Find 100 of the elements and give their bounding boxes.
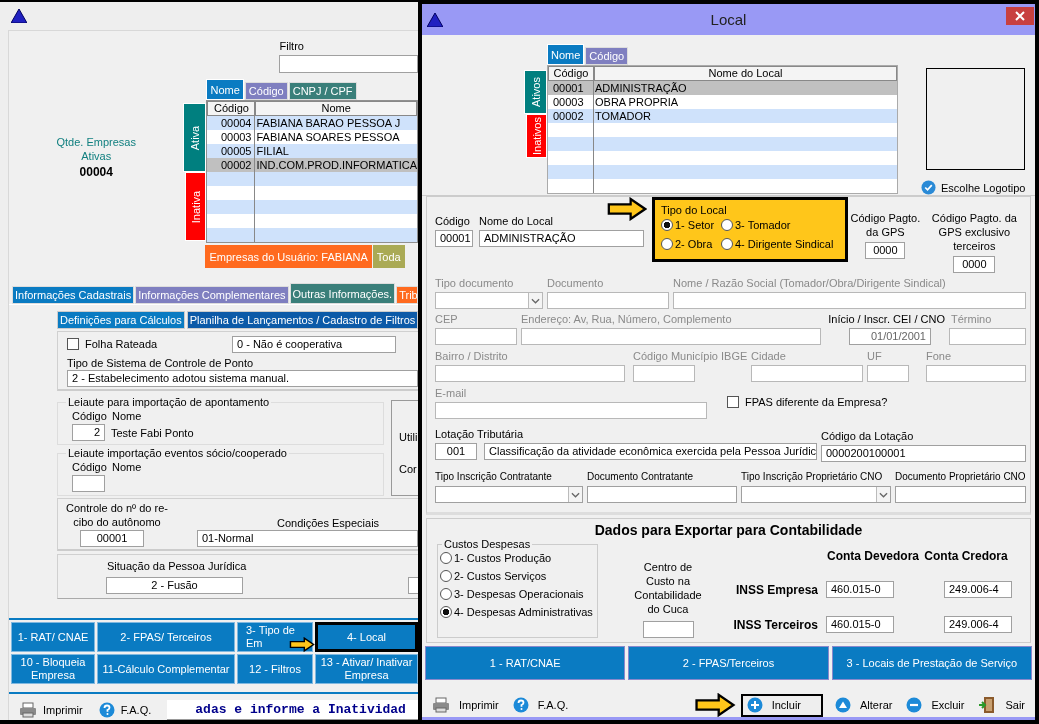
code-field[interactable]: 001 — [435, 443, 477, 460]
side-tab[interactable]: Ativos — [524, 70, 547, 114]
action-button[interactable]: 1 - RAT/CNAE — [425, 646, 626, 680]
text-field[interactable] — [587, 486, 737, 503]
radio-label: 1- Custos Produção — [454, 552, 552, 564]
print-button[interactable]: Imprimir — [430, 693, 501, 717]
text-field[interactable] — [949, 328, 1026, 345]
action-button[interactable]: 3 - Locais de Prestação de Serviço — [831, 646, 1032, 680]
field-label: Nome — [112, 409, 142, 422]
text-field[interactable] — [435, 328, 517, 345]
section-tab[interactable]: Informações Complementares — [135, 286, 289, 304]
email-field[interactable] — [435, 402, 707, 419]
action-button[interactable]: 11-Cálculo Complementar — [97, 654, 235, 684]
filter-field[interactable] — [279, 55, 418, 73]
side-tab[interactable]: Ativa — [183, 103, 207, 172]
action-button[interactable]: 12 - Filtros — [237, 654, 313, 684]
print-link[interactable]: Imprimir — [43, 704, 83, 716]
action-button[interactable]: 10 - Bloqueia Empresa — [11, 654, 95, 684]
list-tab[interactable]: CNPJ / CPF — [288, 82, 357, 100]
sub-tab[interactable]: Definições para Cálculos — [57, 311, 185, 329]
cost-center-field[interactable] — [642, 621, 694, 638]
radio-button[interactable] — [440, 588, 452, 600]
action-button[interactable]: 2 - FPAS/Terceiros — [628, 646, 829, 680]
radio-label: 4- Despesas Administrativas — [454, 606, 593, 618]
plus-icon — [746, 697, 763, 713]
radio-button[interactable] — [440, 552, 452, 564]
list-tab[interactable]: Nome — [206, 79, 244, 100]
time-control-field[interactable]: 2 - Estabelecimento adotou sistema manual. — [67, 370, 418, 387]
table-row[interactable]: 00001 ADMINISTRAÇÃO — [548, 81, 897, 95]
payment-code-field[interactable]: 0000 — [953, 256, 996, 273]
text-field[interactable] — [547, 292, 669, 309]
column-header[interactable]: Código — [207, 101, 256, 116]
text-field[interactable] — [408, 577, 418, 594]
radio-button[interactable] — [440, 606, 452, 618]
table-row[interactable]: 00004 FABIANA BARAO PESSOA J — [207, 116, 417, 130]
radio-button[interactable] — [661, 219, 673, 231]
table-cell: 00002 — [548, 109, 594, 123]
receipt-number-field[interactable]: 00001 — [80, 530, 144, 547]
classification-field[interactable]: Classificação da atividade econômica exercida pela Pessoa Jurídic — [484, 443, 817, 460]
action-button[interactable]: 3- Tipo de Em — [237, 622, 313, 652]
list-tab[interactable]: Nome — [547, 44, 585, 65]
checkbox[interactable] — [727, 396, 739, 408]
text-field[interactable] — [521, 328, 821, 345]
table-row[interactable]: 00002 TOMADOR — [548, 109, 897, 123]
dropdown-field[interactable] — [741, 486, 891, 503]
action-button[interactable]: 2- FPAS/ Terceiros — [97, 622, 235, 652]
column-header[interactable]: Código — [548, 66, 594, 81]
edit-button[interactable]: Alterar — [833, 693, 895, 717]
column-header[interactable]: Nome do Local — [594, 66, 897, 81]
code-field[interactable]: 00001 — [435, 230, 473, 247]
help-icon[interactable] — [98, 702, 115, 718]
text-field[interactable] — [867, 365, 909, 382]
debit-account-field[interactable]: 460.015-0 — [826, 616, 894, 633]
delete-button[interactable]: Excluir — [904, 693, 967, 717]
list-tab[interactable]: Código — [244, 82, 288, 100]
section-tab[interactable]: Outras Informações. — [289, 283, 396, 304]
text-field[interactable] — [633, 365, 695, 382]
faq-button[interactable]: F.A.Q. — [510, 693, 571, 717]
close-button[interactable] — [1006, 7, 1034, 25]
text-field[interactable] — [926, 365, 1026, 382]
text-field[interactable]: 01/01/2001 — [849, 328, 931, 345]
dropdown-field[interactable] — [435, 292, 543, 309]
add-button[interactable]: Incluir — [740, 693, 823, 717]
side-tab[interactable]: Inativos — [526, 114, 547, 158]
sub-tab[interactable]: Planilha de Lançamentos / Cadastro de Filtros — [186, 311, 419, 329]
legal-status-field[interactable]: 2 - Fusão — [106, 577, 243, 594]
radio-button[interactable] — [661, 238, 673, 250]
printer-icon[interactable] — [19, 702, 37, 718]
list-tab[interactable]: Código — [585, 47, 629, 65]
action-button[interactable]: 1- RAT/ CNAE — [11, 622, 95, 652]
table-row[interactable]: 00002 IND.COM.PROD.INFORMATICA — [207, 158, 417, 172]
side-tab[interactable]: Inativa — [185, 172, 207, 241]
action-button[interactable]: 13 - Ativar/ Inativar Empresa — [315, 654, 418, 684]
dropdown-field[interactable] — [435, 486, 583, 503]
credit-account-field[interactable]: 249.006-4 — [944, 581, 1012, 598]
local-name-field[interactable]: ADMINISTRAÇÃO — [479, 230, 644, 247]
caret-icon — [571, 491, 580, 498]
checkbox[interactable] — [67, 338, 79, 350]
allocation-code-field[interactable]: 0000200100001 — [821, 445, 1026, 462]
debit-account-field[interactable]: 460.015-0 — [826, 581, 894, 598]
section-tab[interactable]: Informações Cadastrais — [12, 286, 135, 304]
radio-button[interactable] — [721, 219, 733, 231]
faq-link[interactable]: F.A.Q. — [120, 704, 152, 716]
conditions-field[interactable]: 01-Normal — [197, 530, 418, 547]
text-field[interactable] — [895, 486, 1026, 503]
cooperative-field[interactable]: 0 - Não é cooperativa — [232, 335, 396, 353]
code-field[interactable]: 2 — [72, 424, 105, 441]
text-field[interactable] — [751, 365, 863, 382]
radio-button[interactable] — [721, 238, 733, 250]
radio-button[interactable] — [440, 570, 452, 582]
payment-code-field[interactable]: 0000 — [865, 242, 906, 259]
text-field[interactable] — [673, 292, 1026, 309]
table-row[interactable]: 00005 FILIAL — [207, 144, 417, 158]
action-button[interactable]: 4- Local — [315, 622, 418, 652]
choose-logo-button[interactable]: Escolhe Logotipo — [921, 180, 1026, 195]
text-field[interactable] — [435, 365, 625, 382]
column-header[interactable]: Nome — [255, 101, 417, 116]
code-field[interactable] — [72, 475, 105, 492]
credit-account-field[interactable]: 249.006-4 — [944, 616, 1012, 633]
exit-button[interactable]: Sair — [976, 693, 1027, 717]
